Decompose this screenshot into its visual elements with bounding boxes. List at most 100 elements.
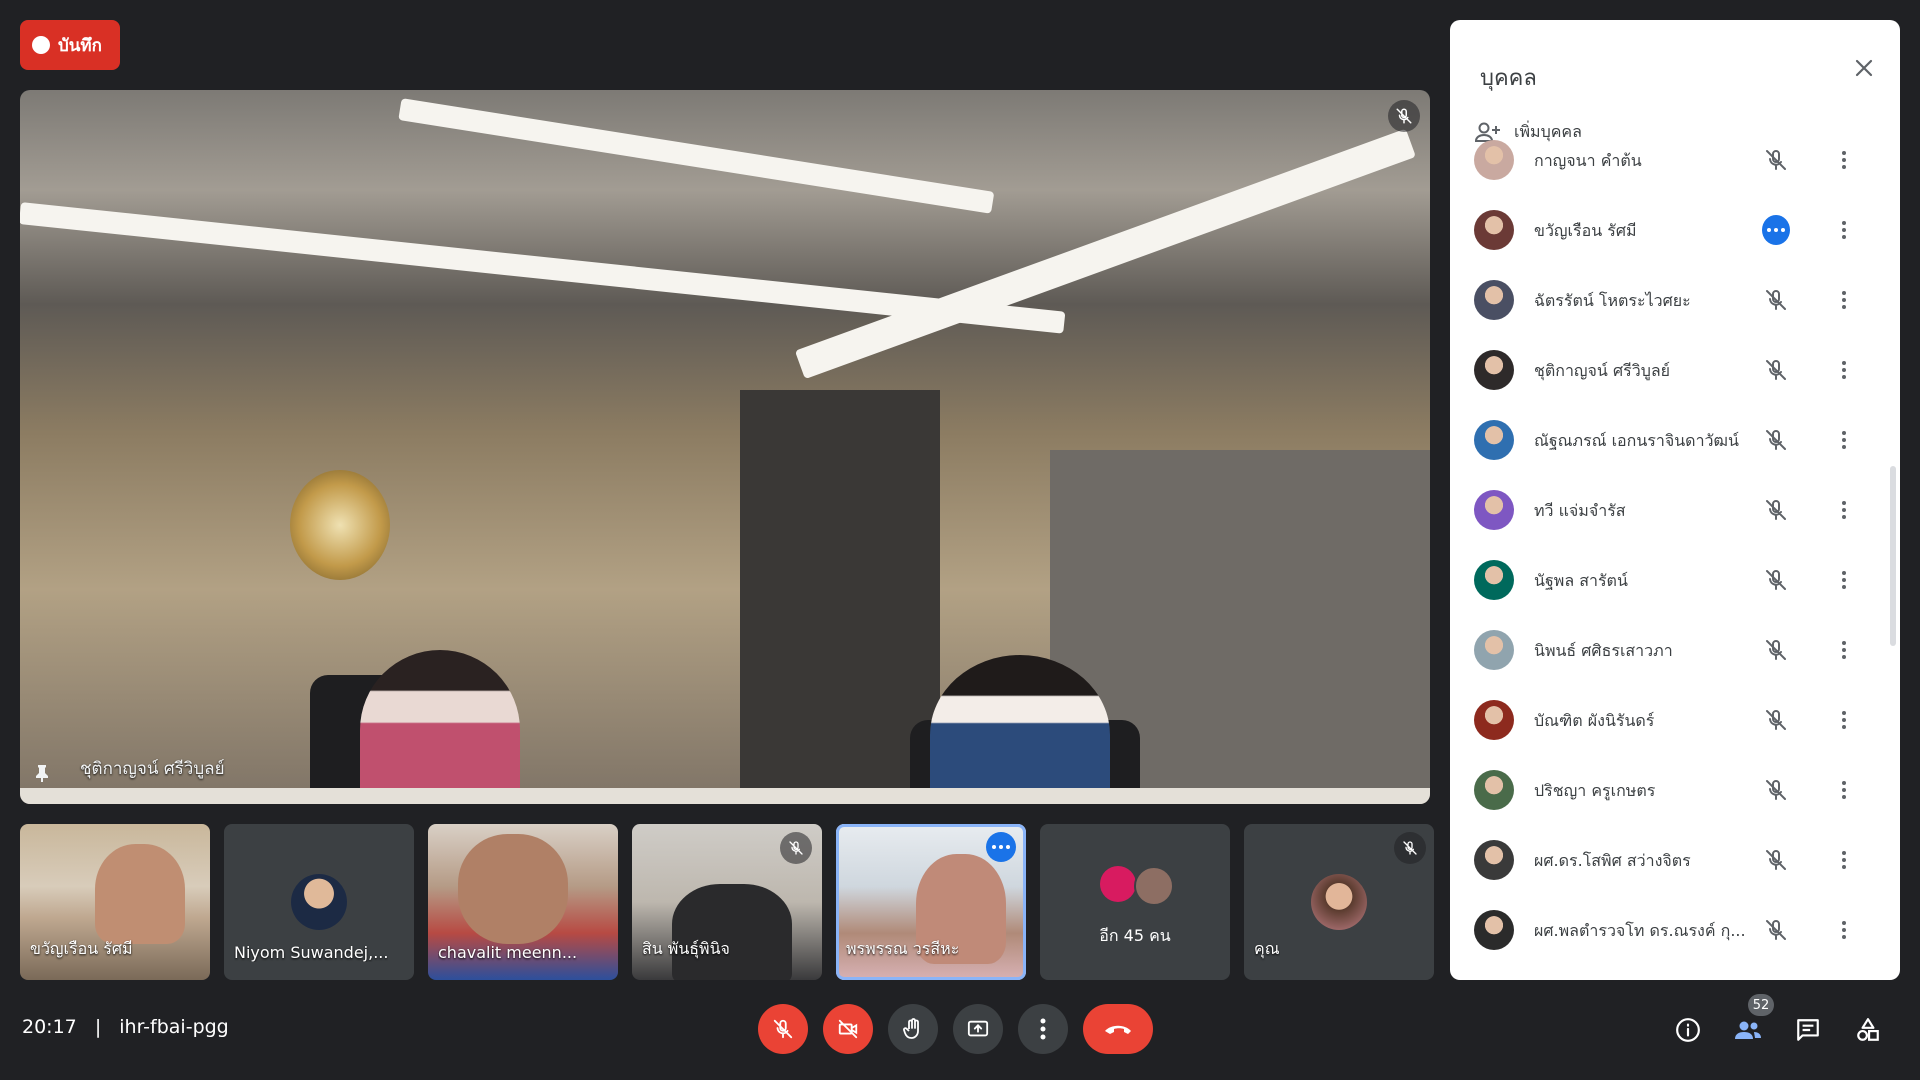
participant-tile-name: สิน พันธุ์พินิจ: [642, 939, 730, 958]
mic-off-icon: [1394, 832, 1426, 864]
mic-off-icon: [773, 1019, 793, 1039]
participant-count-badge: 52: [1748, 994, 1774, 1016]
ceiling-light: [398, 98, 995, 214]
more-vert-icon[interactable]: [1832, 356, 1856, 384]
participant-row[interactable]: ทวี แจ่มจำรัส: [1450, 474, 1900, 544]
participant-tile[interactable]: ขวัญเรือน รัศมี: [20, 824, 210, 980]
participant-tile[interactable]: Niyom Suwandej,...: [224, 824, 414, 980]
more-vert-icon[interactable]: [1832, 776, 1856, 804]
participant-row[interactable]: ผศ.ดร.โสพิศ สว่างจิตร: [1450, 824, 1900, 894]
mic-off-icon[interactable]: [1762, 776, 1790, 804]
participant-row[interactable]: นัฐพล สารัตน์: [1450, 544, 1900, 614]
mic-off-icon[interactable]: [1762, 496, 1790, 524]
panel-title: บุคคล: [1480, 66, 1537, 91]
present-icon: [967, 1020, 989, 1037]
chat-button[interactable]: [1786, 1008, 1830, 1052]
camera-toggle-button[interactable]: [823, 1004, 873, 1054]
participant-tile-active[interactable]: พรพรรณ วรสีหะ: [836, 824, 1026, 980]
ceiling-light: [794, 128, 1416, 380]
more-vert-icon[interactable]: [1832, 216, 1856, 244]
mic-off-icon[interactable]: [1762, 636, 1790, 664]
avatar: [1474, 420, 1514, 460]
camera-off-icon: [838, 1019, 858, 1039]
more-options-icon: [1040, 1018, 1046, 1040]
more-vert-icon[interactable]: [1832, 846, 1856, 874]
participant-name: ณัฐณภรณ์ เอกนราจินดาวัฒน์: [1534, 431, 1739, 450]
participant-tile[interactable]: สิน พันธุ์พินิจ: [632, 824, 822, 980]
more-vert-icon[interactable]: [1832, 496, 1856, 524]
mic-off-icon[interactable]: [1762, 356, 1790, 384]
participant-name: ผศ.พลตำรวจโท ดร.ณรงค์ กุ...: [1534, 921, 1746, 940]
emblem-logo: [290, 470, 390, 580]
activities-button[interactable]: [1846, 1008, 1890, 1052]
more-vert-icon[interactable]: [1832, 916, 1856, 944]
participant-row[interactable]: ขวัญเรือน รัศมี: [1450, 194, 1900, 264]
participant-row[interactable]: ชุติกาญจน์ ศรีวิบูลย์: [1450, 334, 1900, 404]
participant-figure: [672, 884, 792, 980]
mic-off-icon[interactable]: [1762, 146, 1790, 174]
people-icon: [1735, 1021, 1761, 1039]
mic-off-icon[interactable]: [1762, 706, 1790, 734]
mic-off-icon[interactable]: [1762, 426, 1790, 454]
more-vert-icon[interactable]: [1832, 286, 1856, 314]
mic-off-icon: [1388, 100, 1420, 132]
scrollbar[interactable]: [1890, 466, 1896, 646]
participant-row[interactable]: ผศ.พลตำรวจโท ดร.ณรงค์ กุ...: [1450, 894, 1900, 964]
table: [20, 788, 1430, 804]
recording-badge[interactable]: บันทึก: [20, 20, 120, 70]
more-vert-icon[interactable]: [1832, 706, 1856, 734]
avatar: [1474, 700, 1514, 740]
avatar: [1474, 560, 1514, 600]
participant-name: กาญจนา คำต้น: [1534, 151, 1642, 170]
more-vert-icon[interactable]: [1832, 146, 1856, 174]
participant-tile-name: คุณ: [1254, 939, 1280, 958]
avatar: [1474, 910, 1514, 950]
participant-name: ฉัตรรัตน์ โหตระไวศยะ: [1534, 291, 1691, 310]
hang-up-icon: [1105, 1025, 1131, 1034]
pin-icon[interactable]: [34, 764, 50, 782]
avatar: [1474, 490, 1514, 530]
participant-row[interactable]: ณัฐณภรณ์ เอกนราจินดาวัฒน์: [1450, 404, 1900, 474]
participant-figure: [360, 650, 520, 804]
participant-name: นิพนธ์ ศศิธรเสาวภา: [1534, 641, 1673, 660]
participant-row[interactable]: ปริชญา ครูเกษตร: [1450, 754, 1900, 824]
avatar: [1474, 140, 1514, 180]
participant-figure: [930, 655, 1110, 804]
self-tile[interactable]: คุณ: [1244, 824, 1434, 980]
speaking-indicator-icon: [1762, 215, 1790, 245]
record-icon: [32, 36, 50, 54]
raise-hand-icon: [903, 1018, 919, 1039]
present-button[interactable]: [953, 1004, 1003, 1054]
avatar: [1474, 210, 1514, 250]
mic-off-icon[interactable]: [1762, 846, 1790, 874]
mic-off-icon[interactable]: [1762, 566, 1790, 594]
participant-row[interactable]: นิพนธ์ ศศิธรเสาวภา: [1450, 614, 1900, 684]
avatar: [1134, 866, 1174, 906]
participant-row[interactable]: กาญจนา คำต้น: [1450, 124, 1900, 194]
participant-tile-name: Niyom Suwandej,...: [234, 943, 389, 962]
info-icon: [1676, 1018, 1700, 1042]
mic-toggle-button[interactable]: [758, 1004, 808, 1054]
activities-icon: [1857, 1018, 1879, 1041]
more-vert-icon[interactable]: [1832, 636, 1856, 664]
avatar: [1311, 874, 1367, 930]
more-vert-icon[interactable]: [1832, 566, 1856, 594]
participant-row[interactable]: ฉัตรรัตน์ โหตระไวศยะ: [1450, 264, 1900, 334]
close-panel-button[interactable]: [1844, 48, 1884, 88]
participant-name: บัณฑิต ผังนิรันดร์: [1534, 711, 1655, 730]
participant-tile-name: ขวัญเรือน รัศมี: [30, 939, 133, 958]
participant-row[interactable]: บัณฑิต ผังนิรันดร์: [1450, 684, 1900, 754]
meeting-details-button[interactable]: [1666, 1008, 1710, 1052]
mic-off-icon[interactable]: [1762, 286, 1790, 314]
leave-call-button[interactable]: [1083, 1004, 1153, 1054]
more-vert-icon[interactable]: [1832, 426, 1856, 454]
others-tile[interactable]: อีก 45 คน: [1040, 824, 1230, 980]
participant-tile[interactable]: chavalit meenn...: [428, 824, 618, 980]
mic-off-icon[interactable]: [1762, 916, 1790, 944]
more-options-button[interactable]: [1018, 1004, 1068, 1054]
avatar: [1474, 350, 1514, 390]
main-video-tile[interactable]: ชุติกาญจน์ ศรีวิบูลย์: [20, 90, 1430, 804]
recording-label: บันทึก: [58, 35, 102, 56]
mic-off-icon: [780, 832, 812, 864]
raise-hand-button[interactable]: [888, 1004, 938, 1054]
